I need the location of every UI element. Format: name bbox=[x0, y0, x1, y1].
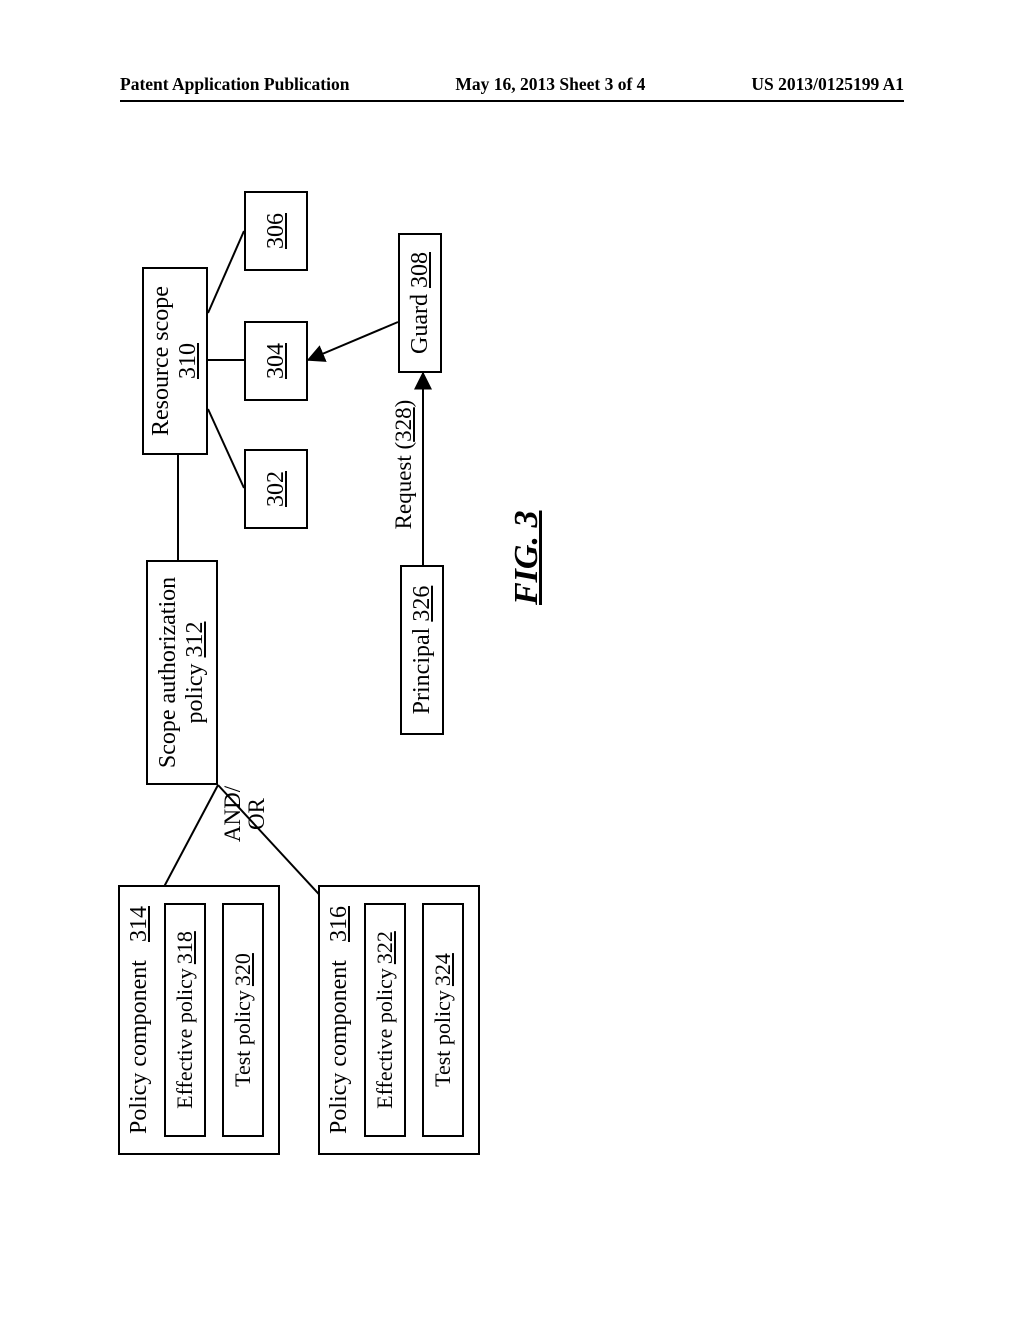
guard-num: 308 bbox=[407, 252, 434, 288]
principal-num: 326 bbox=[409, 586, 436, 622]
scope-auth-box: Scope authorization policy 312 bbox=[146, 560, 218, 785]
pc1-effective-label: Effective policy bbox=[172, 968, 198, 1109]
principal-box: Principal 326 bbox=[400, 565, 444, 735]
scope-auth-label2: policy bbox=[182, 664, 208, 724]
and-or-l2: OR bbox=[245, 779, 269, 849]
pc2-test-label: Test policy bbox=[430, 990, 456, 1087]
request-text: Request bbox=[391, 455, 416, 529]
resource-302-num: 302 bbox=[263, 471, 290, 507]
figure-3: Resource scope 310 302 304 306 Guard 308 bbox=[118, 155, 908, 1155]
scope-auth-label1: Scope authorization bbox=[155, 577, 182, 768]
pc2-test-num: 324 bbox=[430, 953, 456, 986]
pc2-effective-box: Effective policy 322 bbox=[364, 903, 406, 1137]
pc2-num: 316 bbox=[326, 906, 352, 942]
request-label: Request (328) bbox=[391, 382, 417, 547]
pc1-label: Policy component bbox=[126, 960, 152, 1134]
scope-auth-num: 312 bbox=[182, 622, 208, 658]
guard-label: Guard bbox=[407, 294, 434, 354]
pc1-test-num: 320 bbox=[230, 953, 256, 986]
pc2-effective-label: Effective policy bbox=[372, 968, 398, 1109]
header-left: Patent Application Publication bbox=[120, 74, 349, 95]
resource-scope-box: Resource scope 310 bbox=[142, 267, 208, 455]
resource-306-num: 306 bbox=[263, 213, 290, 249]
principal-label: Principal bbox=[409, 628, 436, 715]
request-num: 328 bbox=[391, 407, 416, 442]
resource-306-box: 306 bbox=[244, 191, 308, 271]
pc1-effective-num: 318 bbox=[172, 931, 198, 964]
resource-304-num: 304 bbox=[263, 343, 290, 379]
pc1-effective-box: Effective policy 318 bbox=[164, 903, 206, 1137]
and-or-label: AND/ OR bbox=[221, 779, 269, 849]
header-right: US 2013/0125199 A1 bbox=[751, 74, 904, 95]
resource-scope-label: Resource scope bbox=[148, 286, 175, 436]
resource-304-box: 304 bbox=[244, 321, 308, 401]
figure-caption: FIG. 3 bbox=[508, 511, 546, 605]
header-center: May 16, 2013 Sheet 3 of 4 bbox=[455, 74, 645, 95]
pc1-num: 314 bbox=[126, 906, 152, 942]
pc1-test-box: Test policy 320 bbox=[222, 903, 264, 1137]
policy-component-314-box: Policy component 314 Effective policy 31… bbox=[118, 885, 280, 1155]
policy-component-316-box: Policy component 316 Effective policy 32… bbox=[318, 885, 480, 1155]
and-or-l1: AND/ bbox=[221, 779, 245, 849]
pc2-label: Policy component bbox=[326, 960, 352, 1134]
resource-scope-num: 310 bbox=[175, 343, 202, 379]
pc2-test-box: Test policy 324 bbox=[422, 903, 464, 1137]
pc1-test-label: Test policy bbox=[230, 990, 256, 1087]
header-rule bbox=[120, 100, 904, 102]
guard-box: Guard 308 bbox=[398, 233, 442, 373]
resource-302-box: 302 bbox=[244, 449, 308, 529]
pc2-effective-num: 322 bbox=[372, 931, 398, 964]
